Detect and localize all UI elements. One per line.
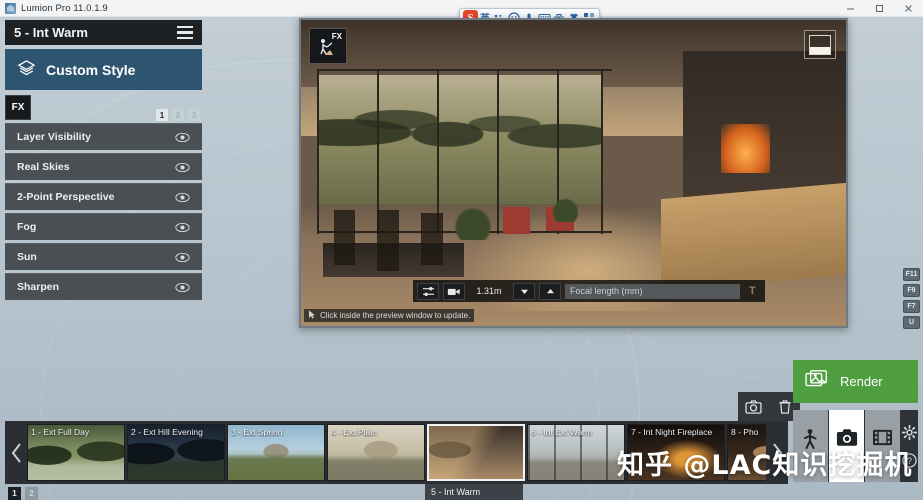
thumbnail-4[interactable]: 4 - Ext Plain <box>327 424 425 481</box>
effect-2-point-perspective[interactable]: 2-Point Perspective <box>5 183 202 210</box>
strip-page-2[interactable]: 2 <box>25 487 38 500</box>
style-stack-icon <box>17 59 36 81</box>
shortcut-key-f7[interactable]: F7 <box>903 300 920 313</box>
video-camera-icon[interactable] <box>443 282 465 300</box>
effect-real-skies[interactable]: Real Skies <box>5 153 202 180</box>
hamburger-icon[interactable] <box>177 25 193 40</box>
effect-sharpen[interactable]: Sharpen <box>5 273 202 300</box>
window-title: Lumion Pro 11.0.1.9 <box>21 2 108 14</box>
eye-icon[interactable] <box>175 282 190 293</box>
fx-page-1[interactable]: 1 <box>156 109 168 121</box>
eye-icon[interactable] <box>175 222 190 233</box>
shortcut-key-f11[interactable]: F11 <box>903 268 920 281</box>
style-header-bar[interactable]: 5 - Int Warm <box>5 20 202 45</box>
style-sidebar: 5 - Int Warm Custom Style FX 1 2 3 Layer… <box>5 20 202 303</box>
thumbnail-label: 8 - Pho <box>731 427 759 437</box>
thumbnail-label: 6 - Int Ext Warm <box>531 427 593 437</box>
height-increase-button[interactable] <box>539 282 561 300</box>
close-button[interactable] <box>894 0 923 17</box>
maximize-button[interactable] <box>865 0 894 17</box>
fx-badge-button[interactable]: FX <box>5 94 31 120</box>
thumbnail-label: 4 - Ext Plain <box>331 427 377 437</box>
eye-icon[interactable] <box>175 132 190 143</box>
strip-tools <box>738 392 800 421</box>
lumion-app-window: Lumion Pro 11.0.1.9 S 英 <box>0 0 923 500</box>
thumbnail-3[interactable]: 3 - Ext Spring <box>227 424 325 481</box>
shortcut-key-f9[interactable]: F9 <box>903 284 920 297</box>
settings-gear-icon[interactable] <box>902 424 917 440</box>
fx-page-2[interactable]: 2 <box>172 109 184 121</box>
chevron-left-icon[interactable] <box>5 421 27 484</box>
viewport-status-bar: Click inside the preview window to updat… <box>304 309 475 322</box>
fx-overlay-badge[interactable]: FX <box>309 28 347 64</box>
effect-fog[interactable]: Fog <box>5 213 202 240</box>
focal-type-button[interactable]: T <box>744 285 761 297</box>
fx-page-3[interactable]: 3 <box>188 109 200 121</box>
thumbnail-label: 2 - Ext Hill Evening <box>131 427 203 437</box>
render-preview-viewport[interactable]: FX 1.31m T <box>299 18 848 328</box>
eye-icon[interactable] <box>175 252 190 263</box>
fx-overlay-label: FX <box>331 32 342 41</box>
eye-icon[interactable] <box>175 162 190 173</box>
style-name-label: 5 - Int Warm <box>14 25 88 40</box>
watermark-text: 知乎 @LAC知识挖掘机 <box>617 450 913 481</box>
height-decrease-button[interactable] <box>513 282 535 300</box>
minimize-button[interactable] <box>836 0 865 17</box>
effect-sun[interactable]: Sun <box>5 243 202 270</box>
photo-frame-icon[interactable] <box>804 30 836 59</box>
window-controls <box>836 0 923 17</box>
camera-height-value: 1.31m <box>476 286 502 296</box>
capture-photo-icon[interactable] <box>738 392 769 421</box>
thumbnail-label: 7 - Int Night Fireplace <box>631 427 713 437</box>
cursor-icon <box>308 310 316 321</box>
thumbnail-5-selected[interactable] <box>427 424 525 481</box>
effect-label: Sun <box>17 251 37 263</box>
thumbnail-label: 3 - Ext Spring <box>231 427 283 437</box>
eye-icon[interactable] <box>175 192 190 203</box>
thumbnail-6[interactable]: 6 - Int Ext Warm <box>527 424 625 481</box>
effect-label: Sharpen <box>17 281 60 293</box>
viewport-status-text: Click inside the preview window to updat… <box>320 311 471 320</box>
effects-list: Layer Visibility Real Skies 2-Point Pers… <box>5 123 202 300</box>
viewport-camera-toolbar[interactable]: 1.31m T <box>413 280 765 302</box>
lumion-icon <box>5 2 16 14</box>
custom-style-label: Custom Style <box>46 61 136 78</box>
shortcut-key-column: F11 F9 F7 U <box>903 268 920 329</box>
photos-stack-icon <box>805 369 831 394</box>
focal-length-input[interactable] <box>565 283 740 299</box>
custom-style-button[interactable]: Custom Style <box>5 49 202 90</box>
effect-layer-visibility[interactable]: Layer Visibility <box>5 123 202 150</box>
render-button[interactable]: Render <box>793 360 918 403</box>
fx-toolbar-row: FX 1 2 3 <box>5 94 202 121</box>
fx-page-selector[interactable]: 1 2 3 <box>156 109 200 121</box>
thumbnail-label: 1 - Ext Full Day <box>31 427 90 437</box>
effect-label: 2-Point Perspective <box>17 191 115 203</box>
align-icon[interactable] <box>417 282 439 300</box>
shortcut-key-u[interactable]: U <box>903 316 920 329</box>
thumbnail-1[interactable]: 1 - Ext Full Day <box>27 424 125 481</box>
effect-label: Fog <box>17 221 37 233</box>
strip-pagination: 1 2 <box>8 487 38 500</box>
effect-label: Real Skies <box>17 161 70 173</box>
thumbnail-2[interactable]: 2 - Ext Hill Evening <box>127 424 225 481</box>
render-label: Render <box>840 374 883 389</box>
effect-label: Layer Visibility <box>17 131 91 143</box>
active-scene-name: 5 - Int Warm <box>425 484 523 500</box>
strip-page-1[interactable]: 1 <box>8 487 21 500</box>
